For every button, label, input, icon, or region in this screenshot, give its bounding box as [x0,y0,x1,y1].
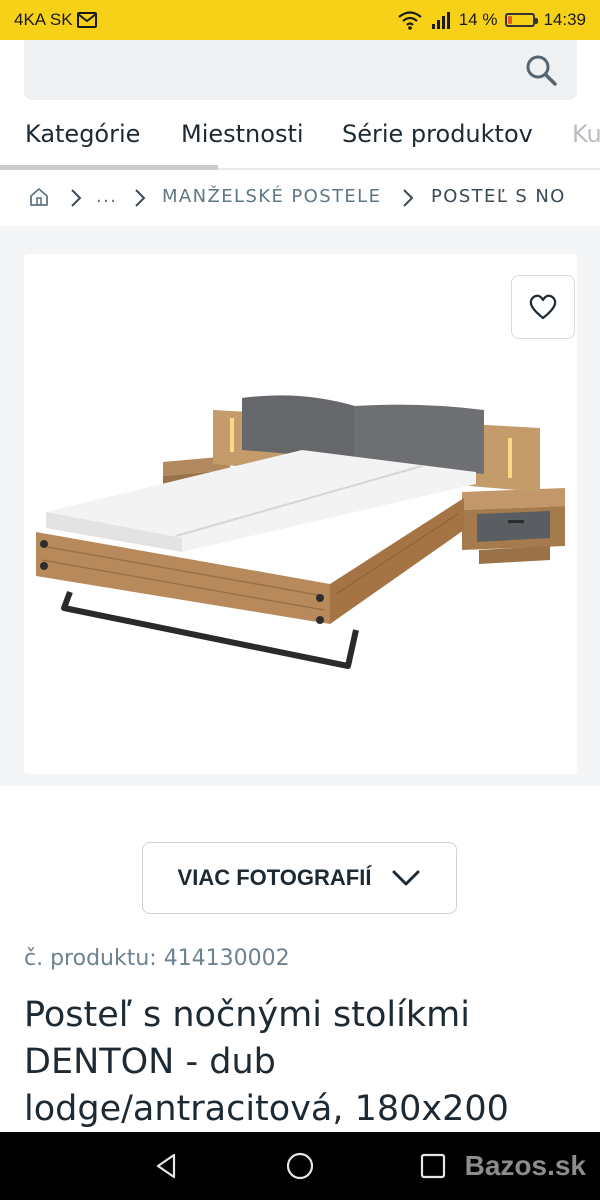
heart-icon [529,294,557,320]
chevron-down-icon [392,870,420,886]
home-icon[interactable] [28,186,50,208]
battery-percent: 14 % [458,10,498,29]
chevron-right-icon [403,189,414,207]
wifi-icon [398,11,422,30]
search-bar[interactable] [24,40,577,100]
product-title: Posteľ s nočnými stolíkmi DENTON - dub l… [24,995,509,1129]
carrier-label: 4KA SK [14,10,73,29]
tab-kategorie[interactable]: Kategórie [25,120,140,148]
search-icon[interactable] [523,52,559,88]
product-number: č. produktu: 414130002 [24,946,290,971]
mail-icon [76,12,97,28]
battery-icon [505,13,539,27]
category-tabs: Kategórie Miestnosti Série produktov Ku [0,110,600,170]
back-icon[interactable] [152,1151,182,1181]
breadcrumb-ellipsis[interactable]: ... [96,186,117,207]
home-nav-icon[interactable] [285,1151,315,1181]
breadcrumb-current: POSTEĽ S NO [431,186,566,207]
watermark: Bazos.sk [464,1150,586,1181]
more-photos-button[interactable]: VIAC FOTOGRAFIÍ [142,842,457,914]
tab-miestnosti[interactable]: Miestnosti [181,120,304,148]
clock: 14:39 [543,10,586,29]
signal-icon [431,12,450,29]
product-image[interactable] [30,380,570,680]
breadcrumb: ... MANŽELSKÉ POSTELE POSTEĽ S NO [0,170,600,226]
status-bar: 4KA SK 14 % 14:39 [0,0,600,40]
recents-icon[interactable] [418,1151,448,1181]
tab-overflow[interactable]: Ku [572,120,600,148]
chevron-right-icon [71,189,82,207]
chevron-right-icon [135,189,146,207]
tab-serie-produktov[interactable]: Série produktov [342,120,533,148]
breadcrumb-parent[interactable]: MANŽELSKÉ POSTELE [162,186,381,207]
more-photos-label: VIAC FOTOGRAFIÍ [177,865,372,890]
favorite-button[interactable] [511,275,575,339]
